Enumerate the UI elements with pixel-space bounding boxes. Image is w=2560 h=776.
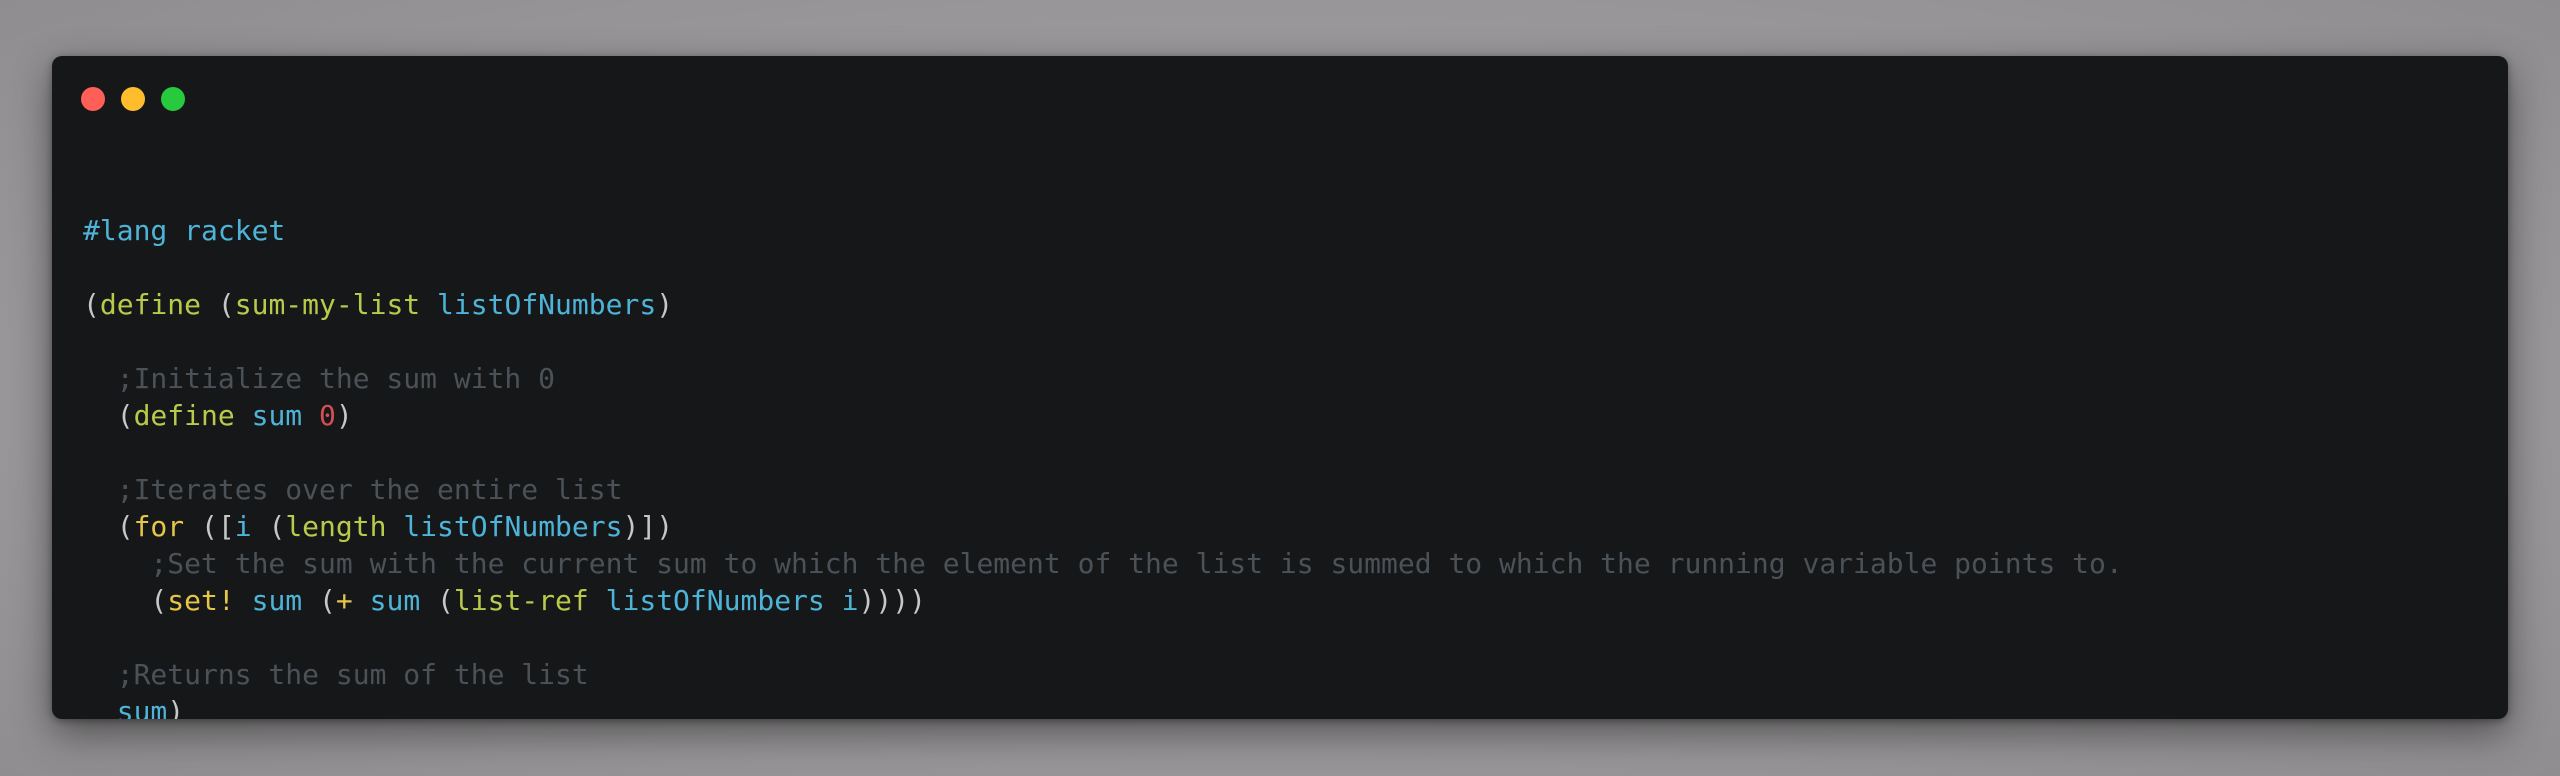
- code-token-plain: ): [167, 695, 185, 719]
- code-token-plain: )))): [858, 584, 926, 617]
- code-line: ;Returns the sum of the list: [83, 656, 2123, 693]
- maximize-button[interactable]: [161, 87, 185, 111]
- code-token-comment: ;Returns the sum of the list: [83, 658, 589, 691]
- code-token-plain: )]): [622, 510, 674, 543]
- code-line: sum): [83, 693, 2123, 719]
- code-window: #lang racket (define (sum-my-list listOfN…: [52, 56, 2508, 719]
- close-button[interactable]: [81, 87, 105, 111]
- code-token-keyword: length: [285, 510, 387, 543]
- code-token-var: listOfNumbers: [605, 584, 825, 617]
- code-token-var: listOfNumbers: [403, 510, 623, 543]
- code-token-special: for: [133, 510, 185, 543]
- code-block[interactable]: #lang racket (define (sum-my-list listOfN…: [83, 212, 2123, 719]
- code-token-comment: ;Set the sum with the current sum to whi…: [83, 547, 2123, 580]
- code-token-plain: ): [335, 399, 353, 432]
- code-token-plain: (: [83, 584, 168, 617]
- code-token-keyword: define: [133, 399, 235, 432]
- code-token-plain: (: [83, 510, 134, 543]
- code-token-var: i: [234, 510, 252, 543]
- code-line: (define sum 0): [83, 397, 2123, 434]
- code-token-var: listOfNumbers: [437, 288, 657, 321]
- code-line: (set! sum (+ sum (list-ref listOfNumbers…: [83, 582, 2123, 619]
- code-line: (define (sum-my-list listOfNumbers): [83, 286, 2123, 323]
- code-line: ;Set the sum with the current sum to whi…: [83, 545, 2123, 582]
- code-token-number: 0: [319, 399, 336, 432]
- code-token-var: sum: [116, 695, 168, 719]
- minimize-button[interactable]: [121, 87, 145, 111]
- code-token-keyword: define: [99, 288, 202, 321]
- code-token-var: sum: [251, 399, 303, 432]
- code-token-keyword: sum-my-list: [234, 288, 421, 321]
- code-token-plain: (: [201, 288, 235, 321]
- code-token-plain: (: [251, 510, 286, 543]
- code-token-var: sum: [369, 584, 421, 617]
- code-token-plain: (: [420, 584, 454, 617]
- code-line: ;Initialize the sum with 0: [83, 360, 2123, 397]
- code-token-plain: ([: [184, 510, 235, 543]
- code-line: #lang racket: [83, 212, 2123, 249]
- code-token-plain: (: [83, 399, 134, 432]
- code-line: ;Iterates over the entire list: [83, 471, 2123, 508]
- code-token-comment: ;Iterates over the entire list: [83, 473, 623, 506]
- code-token-keyword: list-ref: [453, 584, 589, 617]
- code-token-special: set!: [167, 584, 235, 617]
- code-line: (for ([i (length listOfNumbers)]): [83, 508, 2123, 545]
- code-token-plain: (: [83, 288, 100, 321]
- code-token-var: sum: [251, 584, 303, 617]
- code-token-lang: #lang racket: [83, 214, 286, 247]
- code-token-comment: ;Initialize the sum with 0: [83, 362, 556, 395]
- code-token-var: i: [841, 584, 859, 617]
- window-titlebar: [52, 56, 2508, 146]
- code-token-special: +: [335, 584, 353, 617]
- code-token-plain: ): [656, 288, 674, 321]
- code-token-plain: (: [302, 584, 336, 617]
